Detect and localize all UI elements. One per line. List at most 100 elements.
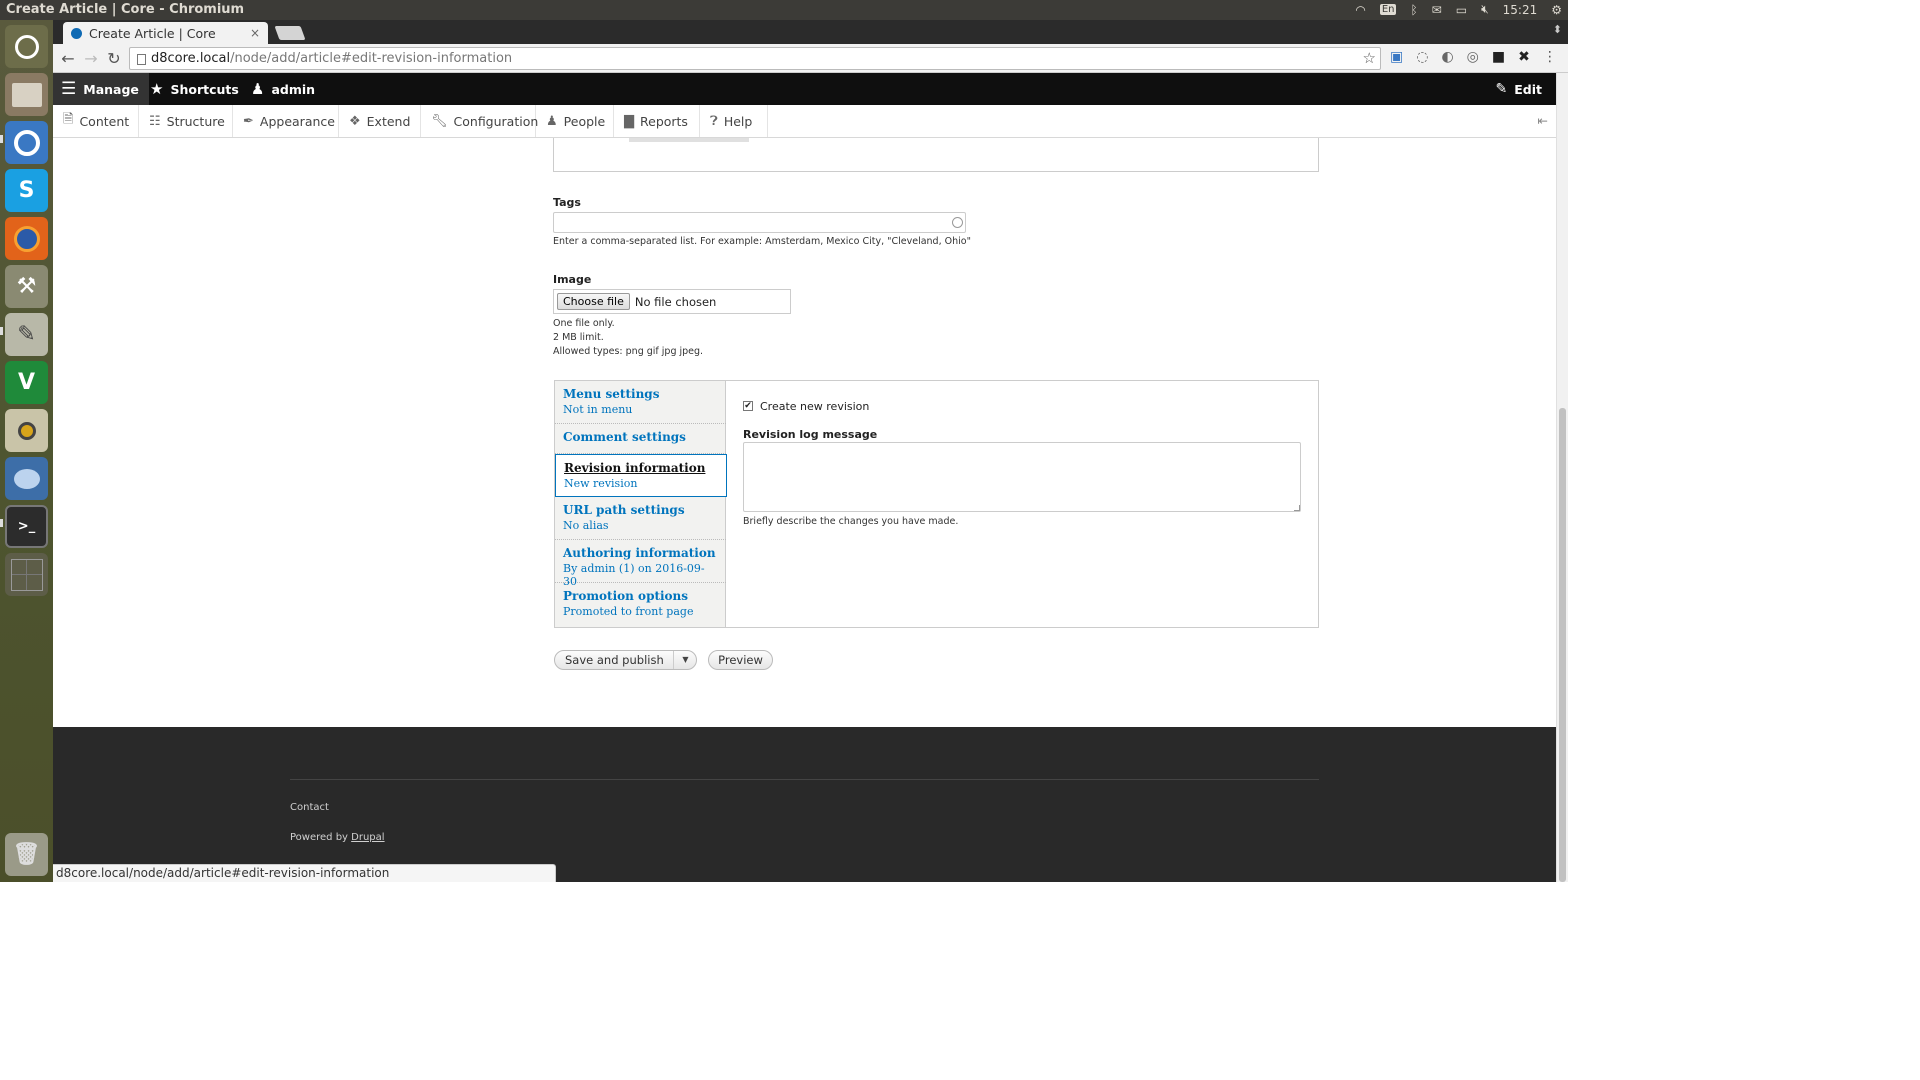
revision-information-pane: ✔ Create new revision Revision log messa… <box>743 381 1318 627</box>
tags-input[interactable] <box>553 212 966 233</box>
textarea-resize-grip-icon[interactable] <box>1294 505 1300 511</box>
dropbutton-toggle-chevron-down-icon[interactable]: ▼ <box>673 651 697 669</box>
node-form: Tags Enter a comma-separated list. For e… <box>53 138 1556 727</box>
extension-icons: ▣ ◌ ◐ ◎ ■ ✖ ⋮ <box>1390 49 1557 65</box>
vtab-comment-settings[interactable]: Comment settings <box>555 424 726 454</box>
system-settings-icon[interactable]: ⚒ <box>5 265 48 308</box>
footer-contact-link[interactable]: Contact <box>290 802 329 813</box>
bar-chart-icon: ▇ <box>624 113 634 129</box>
trash-icon[interactable]: 🗑︎ <box>5 833 48 876</box>
vtab-promotion-options[interactable]: Promotion options Promoted to front page <box>555 583 726 627</box>
extension-icon[interactable]: ◐ <box>1441 49 1453 65</box>
image-label: Image <box>553 273 592 286</box>
tray-item-label: Configuration <box>453 113 539 129</box>
vim-icon[interactable]: V <box>5 361 48 404</box>
chromium-icon[interactable] <box>5 121 48 164</box>
star-icon: ★ <box>150 80 164 98</box>
wifi-icon[interactable]: ◠ <box>1355 3 1365 17</box>
window-menu-icon[interactable]: ⬍ <box>1553 23 1562 36</box>
browser-tab[interactable]: Create Article | Core × <box>63 22 268 44</box>
extension-icon[interactable]: ◌ <box>1416 49 1428 65</box>
ubuntu-dash-icon[interactable] <box>5 25 48 68</box>
vtab-menu-settings[interactable]: Menu settings Not in menu <box>555 381 726 424</box>
cast-icon[interactable]: ▣ <box>1390 49 1403 65</box>
vtab-url-path-settings[interactable]: URL path settings No alias <box>555 497 726 540</box>
files-icon[interactable] <box>5 73 48 116</box>
browser-tab-strip: Create Article | Core × ⬍ <box>53 20 1568 44</box>
page-info-icon[interactable] <box>137 54 146 65</box>
terminal-icon[interactable]: >_ <box>5 505 48 548</box>
extension-icon[interactable]: ✖ <box>1518 49 1530 65</box>
bluetooth-icon[interactable]: ᛒ <box>1410 3 1417 17</box>
forward-arrow-icon[interactable]: → <box>81 49 101 69</box>
toolbar-edit[interactable]: ✎ Edit <box>1496 73 1542 105</box>
vertical-tabs-menu: Menu settings Not in menu Comment settin… <box>555 381 727 627</box>
vtab-authoring-information[interactable]: Authoring information By admin (1) on 20… <box>555 540 726 588</box>
back-arrow-icon[interactable]: ← <box>58 49 78 69</box>
tab-close-icon[interactable]: × <box>250 26 260 40</box>
site-footer: Contact Powered by Drupal <box>53 727 1556 882</box>
clock[interactable]: 15:21 <box>1503 3 1538 17</box>
tray-item-label: Help <box>723 113 753 129</box>
vtab-revision-information[interactable]: Revision information New revision <box>555 454 727 497</box>
tray-item-appearance[interactable]: ✒ Appearance <box>233 105 339 137</box>
previous-widget-edge <box>629 138 749 142</box>
running-indicator <box>0 327 3 335</box>
tray-item-people[interactable]: ♟ People <box>536 105 614 137</box>
keyboard-layout-indicator[interactable]: En <box>1379 4 1397 15</box>
workspace-switcher-icon[interactable] <box>5 553 48 596</box>
skype-icon[interactable]: S <box>5 169 48 212</box>
toolbar-user[interactable]: ♟ admin <box>251 73 315 105</box>
vtab-summary: No alias <box>563 519 609 532</box>
tray-item-content[interactable]: 🗎︎ Content <box>53 105 139 137</box>
browser-toolbar: ← → ↻ d8core.local/node/add/article#edit… <box>53 44 1568 73</box>
text-editor-icon[interactable]: ✎ <box>5 313 48 356</box>
toolbar-manage[interactable]: ☰ Manage <box>53 73 149 105</box>
reload-icon[interactable]: ↻ <box>104 49 124 69</box>
tray-item-configuration[interactable]: 🔧︎ Configuration <box>421 105 539 137</box>
drupal-link[interactable]: Drupal <box>351 832 384 843</box>
tray-item-reports[interactable]: ▇ Reports <box>614 105 700 137</box>
battery-icon[interactable]: ▭ <box>1456 3 1467 17</box>
choose-file-button[interactable]: Choose file <box>557 293 630 310</box>
toolbar-shortcuts[interactable]: ★ Shortcuts <box>150 73 239 105</box>
wrench-icon: 🔧︎ <box>431 113 448 129</box>
image-help-types: Allowed types: png gif jpg jpeg. <box>553 346 704 357</box>
chrome-menu-icon[interactable]: ⋮ <box>1543 49 1557 65</box>
address-bar[interactable]: d8core.local/node/add/article#edit-revis… <box>129 47 1381 70</box>
tray-item-label: Content <box>79 113 130 129</box>
firefox-icon[interactable] <box>5 217 48 260</box>
volume-muted-icon[interactable]: 🔇︎ <box>1481 2 1489 17</box>
vtab-summary: Not in menu <box>563 403 633 416</box>
preview-button[interactable]: Preview <box>708 650 773 670</box>
save-and-publish-button[interactable]: Save and publish ▼ <box>554 650 697 670</box>
vtab-title: Authoring information <box>563 546 716 560</box>
new-tab-button[interactable] <box>274 26 306 40</box>
drupal-favicon-icon <box>71 27 82 39</box>
pencil-icon: ✎ <box>1495 81 1508 97</box>
page-scrollbar[interactable] <box>1556 73 1568 882</box>
tray-orientation-toggle-icon[interactable]: ⇤ <box>1538 113 1548 128</box>
vtab-title: Revision information <box>564 461 706 475</box>
tray-item-help[interactable]: ❓︎ Help <box>700 105 768 137</box>
revision-log-description: Briefly describe the changes you have ma… <box>743 516 959 527</box>
image-file-input[interactable]: Choose file No file chosen <box>553 289 791 314</box>
extension-icon[interactable]: ■ <box>1492 49 1505 65</box>
scrollbar-thumb[interactable] <box>1559 408 1566 882</box>
user-icon: ♟ <box>251 80 265 98</box>
os-top-panel: Create Article | Core - Chromium ◠ En ᛒ … <box>0 0 1568 20</box>
create-new-revision-checkbox[interactable]: ✔ <box>743 401 753 411</box>
bookmark-star-icon[interactable]: ☆ <box>1363 48 1376 69</box>
rhythmbox-icon[interactable] <box>5 409 48 452</box>
tray-item-label: Reports <box>640 113 688 129</box>
mail-icon[interactable]: ✉ <box>1432 3 1442 17</box>
thunderbird-icon[interactable] <box>5 457 48 500</box>
tray-item-extend[interactable]: ❖ Extend <box>339 105 421 137</box>
extension-icon[interactable]: ◎ <box>1467 49 1479 65</box>
tray-item-structure[interactable]: ☷ Structure <box>139 105 233 137</box>
footer-powered-by: Powered by Drupal <box>290 832 385 843</box>
create-new-revision-label[interactable]: Create new revision <box>760 400 869 413</box>
toolbar-edit-label: Edit <box>1514 81 1542 97</box>
revision-log-textarea[interactable] <box>743 442 1301 512</box>
session-gear-icon[interactable]: ⚙ <box>1551 3 1562 17</box>
